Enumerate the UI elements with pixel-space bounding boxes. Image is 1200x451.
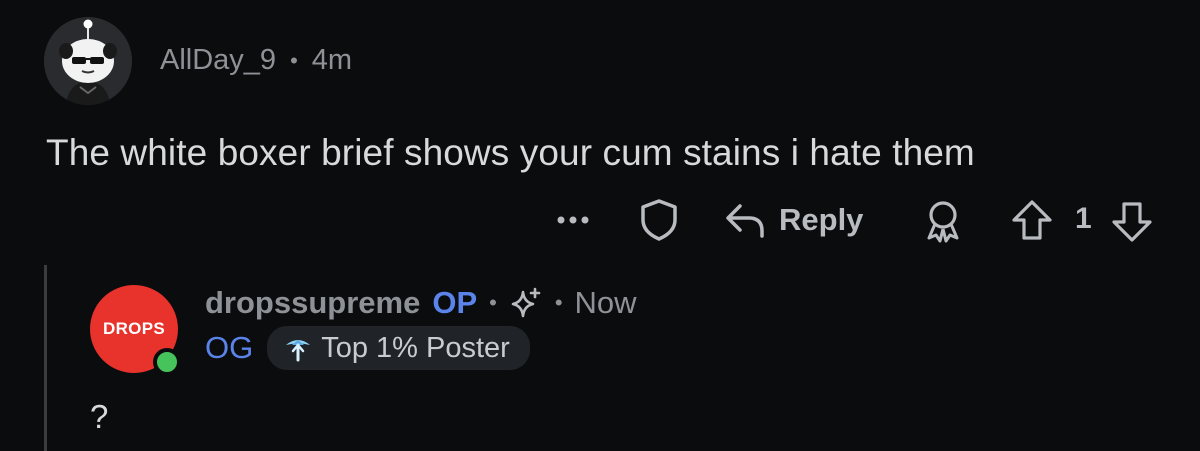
achievement-badge[interactable]: Top 1% Poster [267, 326, 530, 370]
reply-label: Reply [779, 202, 864, 237]
ellipsis-icon [557, 216, 589, 224]
sparkle-icon [511, 287, 541, 318]
vote-count-label: 1 [1075, 202, 1092, 235]
snoo-avatar-icon [44, 17, 132, 105]
online-status-icon [153, 348, 181, 376]
achievement-label: Top 1% Poster [321, 331, 510, 364]
user-flair: OG [205, 330, 254, 365]
top-poster-icon [286, 340, 311, 362]
reply-arrow-icon [726, 204, 764, 238]
meta-separator: • [489, 290, 497, 315]
award-button[interactable] [921, 198, 965, 244]
moderate-button[interactable] [638, 198, 680, 242]
downvote-arrow-icon [1112, 202, 1152, 242]
award-icon [927, 201, 959, 243]
meta-separator: • [290, 47, 298, 73]
more-options-button[interactable] [553, 206, 593, 234]
op-badge: OP [432, 285, 478, 320]
avatar-logo-text: DROPS [103, 319, 165, 338]
reply-button[interactable]: Reply [723, 198, 863, 242]
downvote-button[interactable] [1110, 198, 1154, 244]
user-avatar[interactable] [44, 17, 132, 105]
reply-timestamp: Now [574, 285, 637, 320]
upvote-arrow-icon [1012, 200, 1052, 240]
comment-action-bar: Reply 1 [0, 192, 1200, 248]
comment-meta: AllDay_9 • 4m [160, 44, 352, 77]
upvote-button[interactable] [1010, 198, 1054, 244]
meta-separator: • [554, 290, 563, 315]
reply-body: ? [90, 398, 109, 435]
vote-count: 1 [1075, 202, 1092, 236]
comment-body: The white boxer brief shows your cum sta… [46, 132, 975, 173]
thread-collapse-line[interactable] [44, 265, 47, 451]
reply-username[interactable]: dropssupreme [205, 285, 420, 321]
username[interactable]: AllDay_9 [160, 44, 276, 77]
reply-meta: dropssupreme OP • • Now [205, 285, 637, 321]
shield-icon [641, 199, 677, 241]
user-flair-row: OG Top 1% Poster [205, 326, 530, 370]
timestamp: 4m [311, 44, 353, 76]
